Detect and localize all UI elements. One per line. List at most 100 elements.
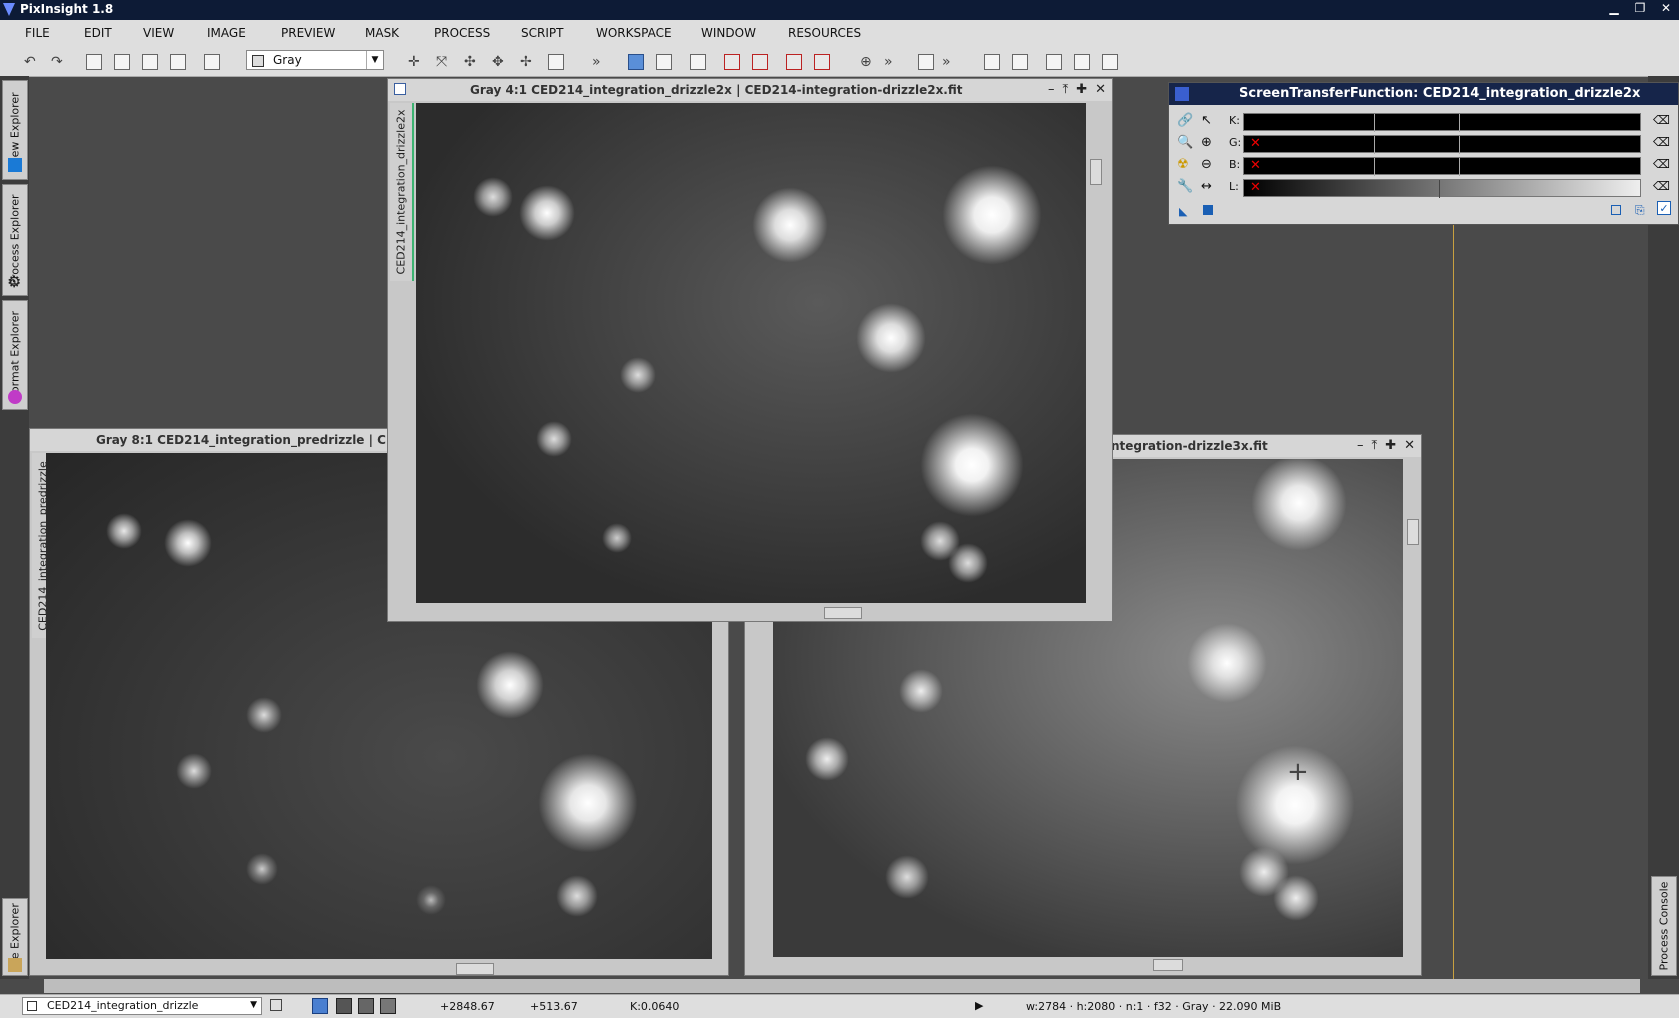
horizontal-scrollbar[interactable] — [46, 961, 712, 975]
channel-g-icon[interactable] — [358, 998, 374, 1014]
layout-tile-icon[interactable] — [984, 54, 1000, 70]
center-view-icon[interactable]: ✢ — [520, 54, 532, 70]
apply-check-icon[interactable]: ✓ — [1657, 201, 1671, 215]
channel-b-icon[interactable] — [380, 998, 396, 1014]
reset-k-icon[interactable]: ⌫ — [1653, 113, 1670, 127]
menu-window[interactable]: WINDOW — [701, 26, 756, 40]
stf-slider-b[interactable]: ✕ — [1243, 157, 1641, 176]
undo-icon[interactable]: ↶ — [24, 54, 36, 70]
menu-process[interactable]: PROCESS — [434, 26, 490, 40]
stf-slider-g[interactable]: ✕ — [1243, 135, 1641, 154]
mask-color-icon[interactable] — [814, 54, 830, 70]
save-image-icon[interactable] — [142, 54, 158, 70]
new-instance-icon[interactable]: ◣ — [1179, 205, 1187, 218]
menu-edit[interactable]: EDIT — [84, 26, 112, 40]
mask-show-icon[interactable] — [690, 54, 706, 70]
channel-r-icon[interactable] — [336, 998, 352, 1014]
color-mode-select[interactable]: Gray ▼ — [246, 50, 384, 70]
open-image-icon[interactable] — [114, 54, 130, 70]
horizontal-scrollbar[interactable] — [773, 957, 1403, 971]
highlight-marker[interactable] — [1459, 158, 1460, 176]
scrollbar-thumb[interactable] — [824, 607, 862, 619]
link-channels-icon[interactable]: 🔗 — [1177, 113, 1193, 128]
stf-slider-k[interactable] — [1243, 113, 1641, 132]
mask-invert-icon[interactable] — [752, 54, 768, 70]
scrollbar-thumb[interactable] — [456, 963, 494, 975]
global-apply-icon[interactable] — [1203, 205, 1213, 215]
minimize-icon[interactable]: – — [1357, 438, 1364, 453]
stf-titlebar[interactable]: ScreenTransferFunction: CED214_integrati… — [1169, 83, 1678, 105]
scrollbar-thumb[interactable] — [1090, 159, 1102, 185]
pan-icon[interactable]: ↔ — [1201, 179, 1212, 194]
process-console-tab[interactable]: Process Console — [1651, 876, 1677, 976]
toolbar-overflow-2[interactable]: » — [884, 54, 893, 70]
close-icon[interactable]: ✕ — [1653, 0, 1679, 16]
close-icon[interactable]: ✕ — [1095, 82, 1106, 97]
midtones-marker[interactable] — [1374, 158, 1375, 176]
reset-icon[interactable] — [1611, 205, 1621, 215]
view-options-icon[interactable] — [270, 999, 282, 1011]
readout-mode-icon[interactable]: ✛ — [408, 54, 420, 70]
midtones-marker[interactable] — [1374, 114, 1375, 132]
workspace-1-icon[interactable] — [1046, 54, 1062, 70]
reset-l-icon[interactable]: ⌫ — [1653, 179, 1670, 193]
new-image-icon[interactable] — [86, 54, 102, 70]
zoom-icon[interactable]: ⊕ — [860, 54, 872, 70]
zoom-out-icon[interactable]: ⊖ — [1201, 157, 1212, 172]
view-selector-dropdown[interactable]: CED214_integration_drizzle ▼ — [22, 997, 262, 1015]
stf-auto-icon[interactable] — [656, 54, 672, 70]
shade-icon[interactable]: ⤒ — [1371, 438, 1377, 453]
scrollbar-thumb[interactable] — [1407, 519, 1419, 545]
minimize-icon[interactable]: – — [1048, 82, 1055, 97]
preferences-icon[interactable]: ⎘ — [1635, 203, 1645, 218]
window-menu-icon[interactable] — [394, 83, 406, 95]
zoom-fit-icon[interactable]: ⤧ — [436, 54, 447, 70]
duplicate-icon[interactable] — [204, 54, 220, 70]
screen-transfer-icon[interactable] — [628, 54, 644, 70]
close-icon[interactable]: ✕ — [1404, 438, 1415, 453]
stf-slider-l[interactable]: ✕ — [1243, 179, 1641, 198]
menu-view[interactable]: VIEW — [143, 26, 174, 40]
scrollbar-thumb[interactable] — [1153, 959, 1183, 971]
zoom-in-icon[interactable]: ⊕ — [1201, 135, 1212, 150]
midtones-marker[interactable] — [1439, 180, 1440, 198]
redo-icon[interactable]: ↷ — [51, 54, 63, 70]
workspace-2-icon[interactable] — [1074, 54, 1090, 70]
wrench-icon[interactable]: 🔧 — [1177, 179, 1193, 194]
menu-resources[interactable]: RESOURCES — [788, 26, 861, 40]
menu-script[interactable]: SCRIPT — [521, 26, 563, 40]
reset-b-icon[interactable]: ⌫ — [1653, 157, 1670, 171]
auto-stretch-icon[interactable]: ☢ — [1177, 157, 1189, 172]
zoom-icon[interactable]: 🔍 — [1177, 135, 1193, 150]
vertical-scrollbar[interactable] — [1405, 459, 1419, 959]
menu-preview[interactable]: PREVIEW — [281, 26, 335, 40]
vertical-scrollbar[interactable] — [1088, 103, 1102, 603]
layout-cascade-icon[interactable] — [1012, 54, 1028, 70]
menu-workspace[interactable]: WORKSPACE — [596, 26, 672, 40]
reset-g-icon[interactable]: ⌫ — [1653, 135, 1670, 149]
toolbar-overflow-1[interactable]: » — [592, 54, 601, 70]
restore-icon[interactable]: ❐ — [1627, 0, 1653, 16]
horizontal-scrollbar[interactable] — [416, 605, 1086, 619]
maximize-icon[interactable]: ✚ — [1385, 438, 1396, 453]
menu-file[interactable]: FILE — [25, 26, 50, 40]
channel-rgb-icon[interactable] — [312, 998, 328, 1014]
workspace-scrollbar[interactable] — [44, 979, 1640, 993]
play-icon[interactable]: ▶ — [975, 999, 983, 1012]
mask-remove-icon[interactable] — [786, 54, 802, 70]
minimize-icon[interactable]: ▁ — [1601, 0, 1627, 16]
menu-mask[interactable]: MASK — [365, 26, 399, 40]
preview-icon[interactable] — [548, 54, 564, 70]
mask-enable-icon[interactable] — [724, 54, 740, 70]
highlight-marker[interactable] — [1459, 114, 1460, 132]
close-image-icon[interactable] — [170, 54, 186, 70]
menu-image[interactable]: IMAGE — [207, 26, 246, 40]
pan-mode-icon[interactable]: ✥ — [492, 54, 504, 70]
image-window-drizzle2x[interactable]: Gray 4:1 CED214_integration_drizzle2x | … — [387, 78, 1113, 622]
zoom-reset-icon[interactable]: ✣ — [464, 54, 476, 70]
process-icon[interactable] — [918, 54, 934, 70]
image-canvas[interactable] — [416, 103, 1086, 603]
midtones-marker[interactable] — [1374, 136, 1375, 154]
shade-icon[interactable]: ⤒ — [1062, 82, 1068, 97]
toolbar-overflow-3[interactable]: » — [942, 54, 951, 70]
